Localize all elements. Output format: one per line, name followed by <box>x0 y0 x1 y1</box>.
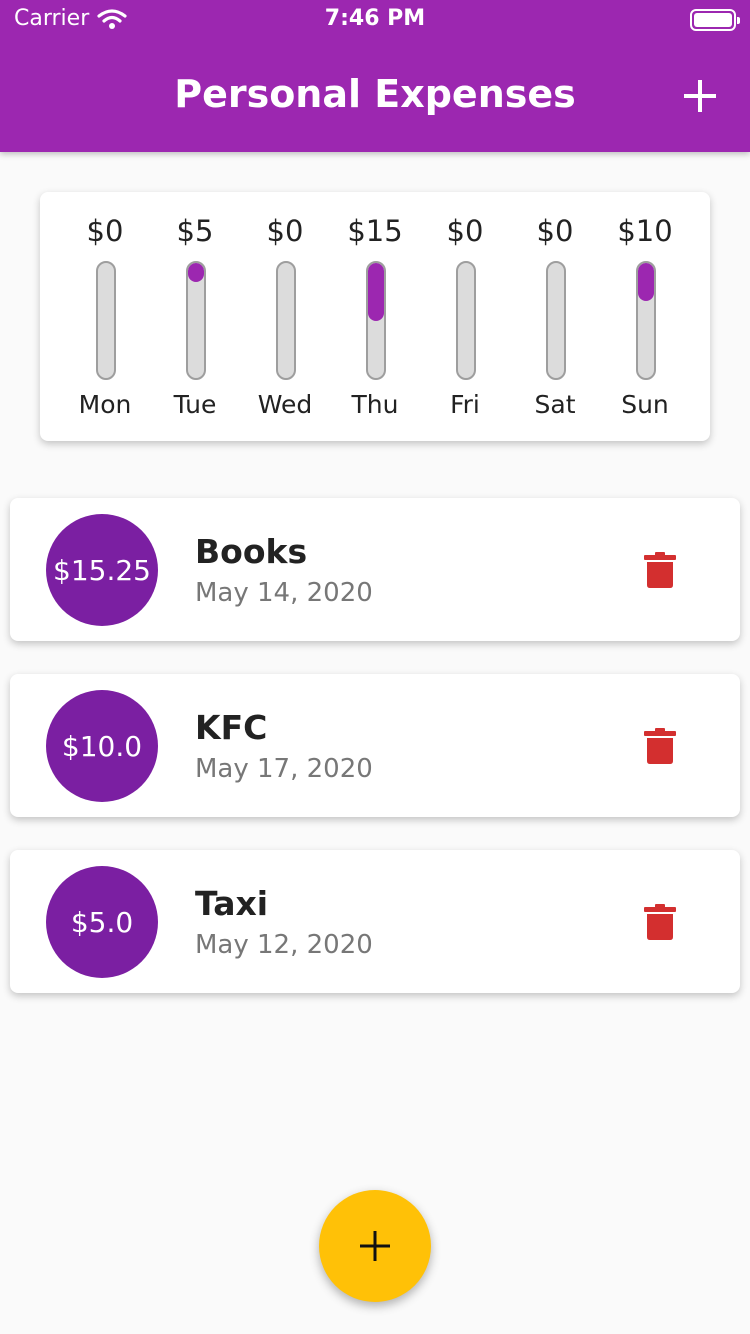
transaction-date: May 12, 2020 <box>195 930 373 960</box>
page-title: Personal Expenses <box>174 72 576 116</box>
bar-track <box>96 261 116 380</box>
bar-day-label: Thu <box>351 390 399 419</box>
delete-button[interactable] <box>640 726 680 766</box>
bar-day-label: Sun <box>621 390 669 419</box>
trash-icon <box>644 552 676 588</box>
bar-amount: $10 <box>617 214 673 248</box>
app-bar: Carrier 7:46 PM Personal Expenses <box>0 0 750 152</box>
chart-bar-sat: $0 Sat <box>510 192 600 441</box>
amount-avatar: $15.25 <box>46 514 158 626</box>
bar-amount: $0 <box>536 214 574 248</box>
bar-amount: $0 <box>86 214 124 248</box>
bar-day-label: Sat <box>534 390 576 419</box>
bar-track <box>186 261 206 380</box>
trash-icon <box>644 728 676 764</box>
chart-bar-thu: $15 Thu <box>330 192 420 441</box>
bar-day-label: Mon <box>78 390 132 419</box>
transaction-title: KFC <box>195 708 268 747</box>
bar-track <box>456 261 476 380</box>
bar-amount: $0 <box>266 214 304 248</box>
add-transaction-button[interactable] <box>680 76 720 116</box>
bar-day-label: Tue <box>173 390 217 419</box>
transaction-item: $5.0 Taxi May 12, 2020 <box>10 850 740 993</box>
chart-bar-fri: $0 Fri <box>420 192 510 441</box>
bar-track <box>546 261 566 380</box>
transaction-date: May 17, 2020 <box>195 754 373 784</box>
chart-bar-wed: $0 Wed <box>240 192 330 441</box>
weekly-chart: $0 Mon $5 Tue $0 Wed $15 Thu $0 Fri $0 S… <box>40 192 710 441</box>
transaction-date: May 14, 2020 <box>195 578 373 608</box>
bar-day-label: Fri <box>450 390 480 419</box>
bar-fill <box>638 263 654 302</box>
status-bar: Carrier 7:46 PM <box>0 0 750 40</box>
amount-avatar: $10.0 <box>46 690 158 802</box>
bar-amount: $0 <box>446 214 484 248</box>
chart-bar-sun: $10 Sun <box>600 192 690 441</box>
amount-avatar: $5.0 <box>46 866 158 978</box>
battery-icon <box>690 9 740 31</box>
chart-bar-mon: $0 Mon <box>60 192 150 441</box>
plus-icon <box>360 1231 390 1261</box>
bar-fill <box>188 263 204 283</box>
trash-icon <box>644 904 676 940</box>
bar-fill <box>368 263 384 321</box>
bar-track <box>636 261 656 380</box>
status-time: 7:46 PM <box>324 6 426 31</box>
delete-button[interactable] <box>640 902 680 942</box>
bar-day-label: Wed <box>257 390 313 419</box>
delete-button[interactable] <box>640 550 680 590</box>
transaction-title: Taxi <box>195 884 269 923</box>
bar-amount: $5 <box>176 214 214 248</box>
bar-amount: $15 <box>347 214 403 248</box>
transaction-title: Books <box>195 532 308 571</box>
transaction-item: $15.25 Books May 14, 2020 <box>10 498 740 641</box>
bar-track <box>276 261 296 380</box>
plus-icon <box>684 80 716 112</box>
bar-track <box>366 261 386 380</box>
add-fab-button[interactable] <box>319 1190 431 1302</box>
transaction-item: $10.0 KFC May 17, 2020 <box>10 674 740 817</box>
chart-bar-tue: $5 Tue <box>150 192 240 441</box>
